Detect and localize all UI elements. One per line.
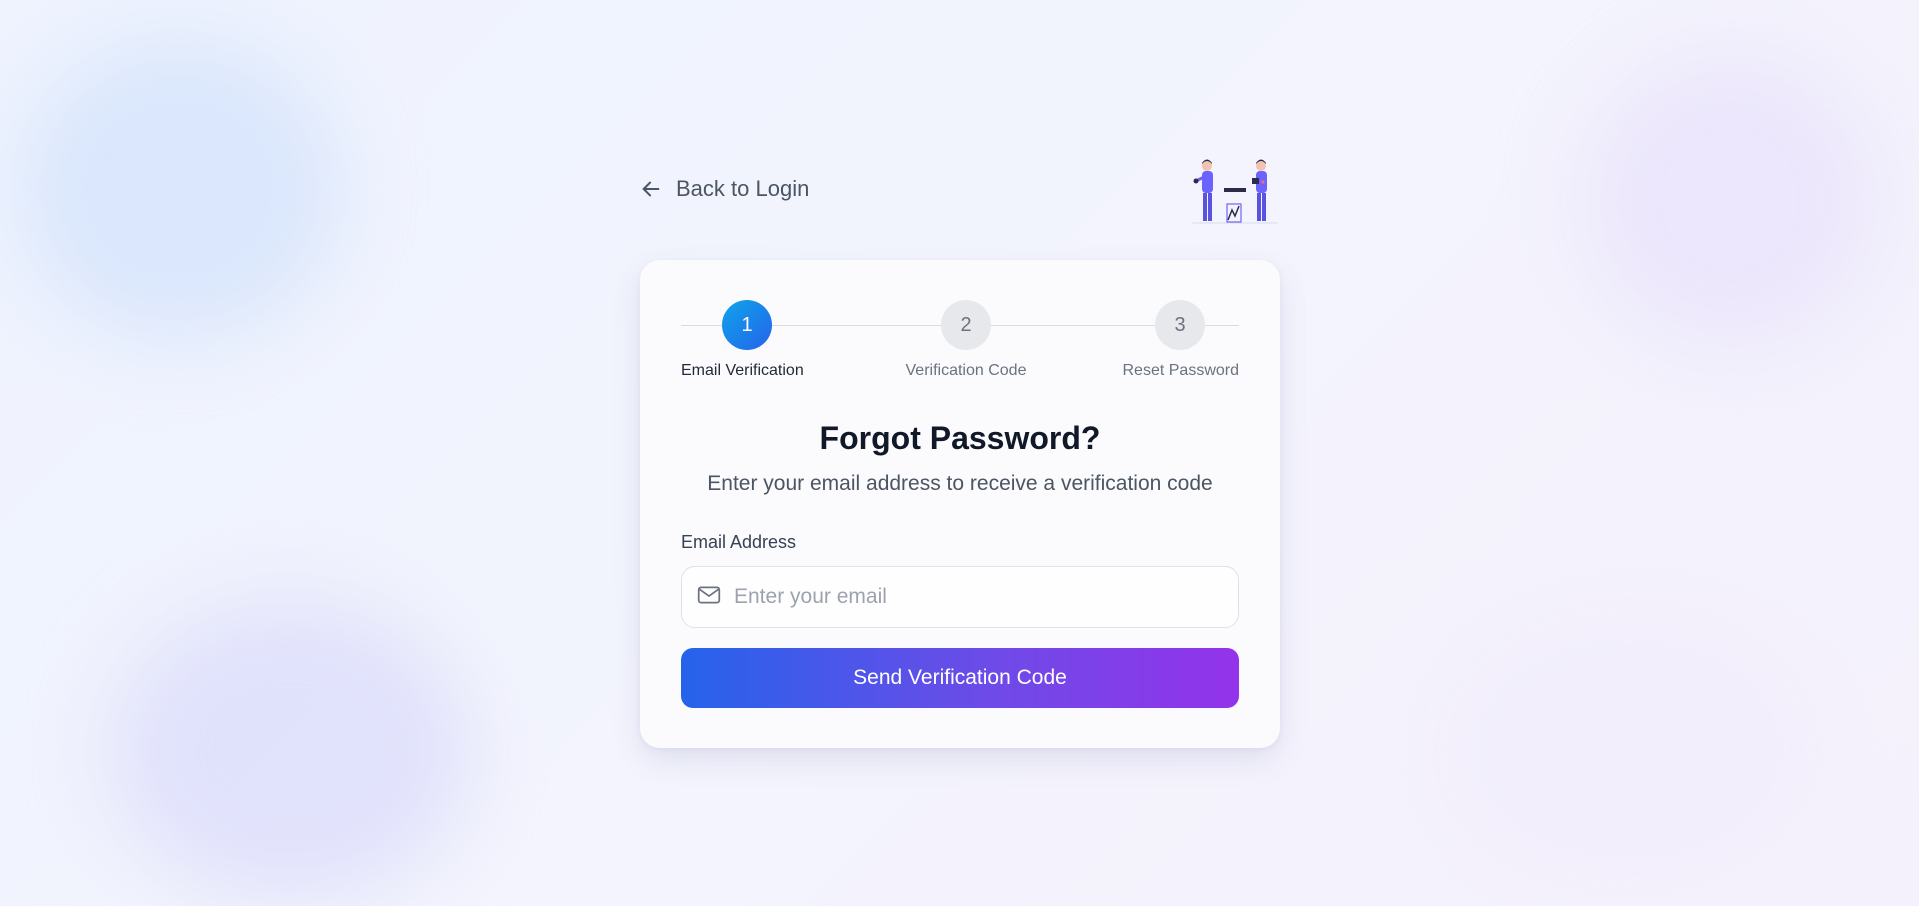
page-title: Forgot Password? <box>819 420 1101 456</box>
progress-stepper: 1 Email Verification 2 Verification Code… <box>681 300 1239 380</box>
step-3-label: Reset Password <box>1122 362 1240 379</box>
step-1-label: Email Verification <box>681 362 804 379</box>
forgot-password-card: 1 Email Verification 2 Verification Code… <box>640 260 1280 748</box>
top-bar: Back to Login <box>640 150 1280 230</box>
team-illustration <box>1190 156 1280 226</box>
email-label: Email Address <box>681 532 797 552</box>
step-reset-password: 3 Reset Password <box>1122 300 1240 380</box>
step-email-verification: 1 Email Verification <box>681 300 804 380</box>
mail-icon <box>696 582 722 613</box>
background-blob <box>20 40 340 340</box>
email-input[interactable] <box>734 585 1214 609</box>
background-blob <box>110 600 470 900</box>
page-subtitle: Enter your email address to receive a ve… <box>707 472 1213 495</box>
send-verification-code-button[interactable]: Send Verification Code <box>681 648 1239 708</box>
forgot-password-container: Back to Login 1 Email Verification 2 Ver… <box>640 150 1280 748</box>
step-2-label: Verification Code <box>905 362 1027 379</box>
arrow-left-icon <box>640 178 662 200</box>
back-to-login-link[interactable]: Back to Login <box>640 176 809 202</box>
background-blob <box>1580 50 1880 350</box>
email-input-wrapper[interactable] <box>681 566 1239 628</box>
step-3-indicator: 3 <box>1155 300 1205 350</box>
step-1-indicator: 1 <box>722 300 772 350</box>
background-blob <box>1450 620 1810 880</box>
step-verification-code: 2 Verification Code <box>901 300 1031 380</box>
step-2-indicator: 2 <box>941 300 991 350</box>
back-to-login-label: Back to Login <box>676 176 810 201</box>
